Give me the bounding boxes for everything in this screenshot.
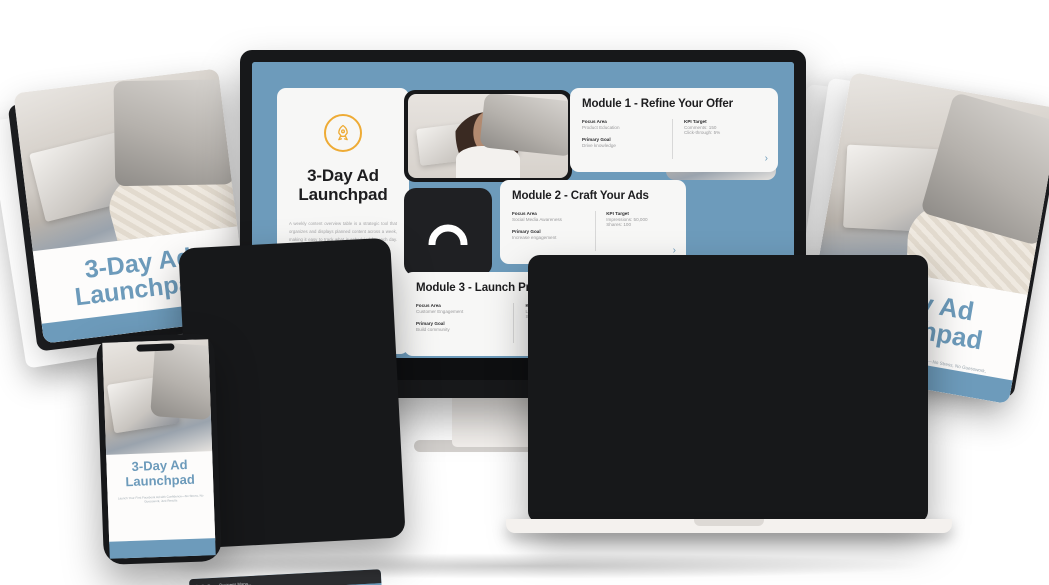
module-1-goal-label: Primary Goal: [582, 137, 611, 142]
phone-notch: [136, 343, 175, 352]
module-2-kpi-label: KPI Target: [606, 211, 629, 216]
arc-logo-icon: [428, 224, 468, 245]
scene-shadow: [120, 553, 930, 579]
module-2-goal-label: Primary Goal: [512, 229, 541, 234]
phone-hero-photo: [102, 339, 213, 456]
book-cover-photo-left: [13, 68, 238, 252]
module-card-1[interactable]: Module 1 - Refine Your Offer Focus Area …: [570, 88, 778, 172]
chevron-right-icon[interactable]: ›: [765, 153, 768, 164]
rocket-icon: [324, 114, 362, 152]
video-thumbnail: [408, 94, 568, 178]
product-mockup-scene: 3-Day Ad Launchpad Launch Your First Fac…: [0, 0, 1049, 585]
module-1-focus-value: Product Education: [582, 125, 620, 130]
module-3-focus-value: Customer Engagement: [416, 309, 464, 314]
module-3-goal-label: Primary Goal: [416, 321, 445, 326]
phone-screen: 3-Day Ad Launchpad Launch Your First Fac…: [102, 339, 216, 559]
module-2-goal-value: Increase engagement: [512, 235, 557, 240]
module-1-divider: [672, 119, 674, 159]
intro-title-line1: 3-Day Ad: [307, 166, 379, 185]
module-1-title: Module 1 - Refine Your Offer: [582, 98, 733, 110]
module-2-title: Module 2 - Craft Your Ads: [512, 190, 649, 202]
module-card-2[interactable]: Module 2 - Craft Your Ads Focus Area Soc…: [500, 180, 686, 264]
module-2-kpi-1: Shares: 100: [606, 222, 632, 227]
laptop-bezel: [528, 255, 928, 523]
module-2-divider: [594, 211, 596, 251]
phone-title-line2: Launchpad: [125, 471, 195, 489]
tablet-browser-tab-label[interactable]: Business Mana...: [219, 580, 251, 585]
module-3-goal-value: Build community: [416, 327, 450, 332]
module-1-goal-value: Drive knowledge: [582, 143, 616, 148]
module-1-focus-label: Focus Area: [582, 119, 607, 124]
video-phone-frame: [404, 90, 572, 182]
module-2-focus-label: Focus Area: [512, 211, 537, 216]
laptop-base-notch: [694, 519, 764, 526]
dark-logo-tile: [404, 188, 492, 276]
intro-title-line2: Launchpad: [298, 185, 388, 205]
phone-subtitle: Launch Your First Facebook Ad with Confi…: [117, 493, 204, 504]
module-1-kpi-label: KPI Target: [684, 119, 707, 124]
module-3-focus-label: Focus Area: [416, 303, 441, 308]
module-3-divider: [513, 303, 515, 343]
module-1-kpi-1: Click-through: 5%: [684, 130, 721, 135]
module-2-focus-value: Social Media Awareness: [512, 217, 562, 222]
